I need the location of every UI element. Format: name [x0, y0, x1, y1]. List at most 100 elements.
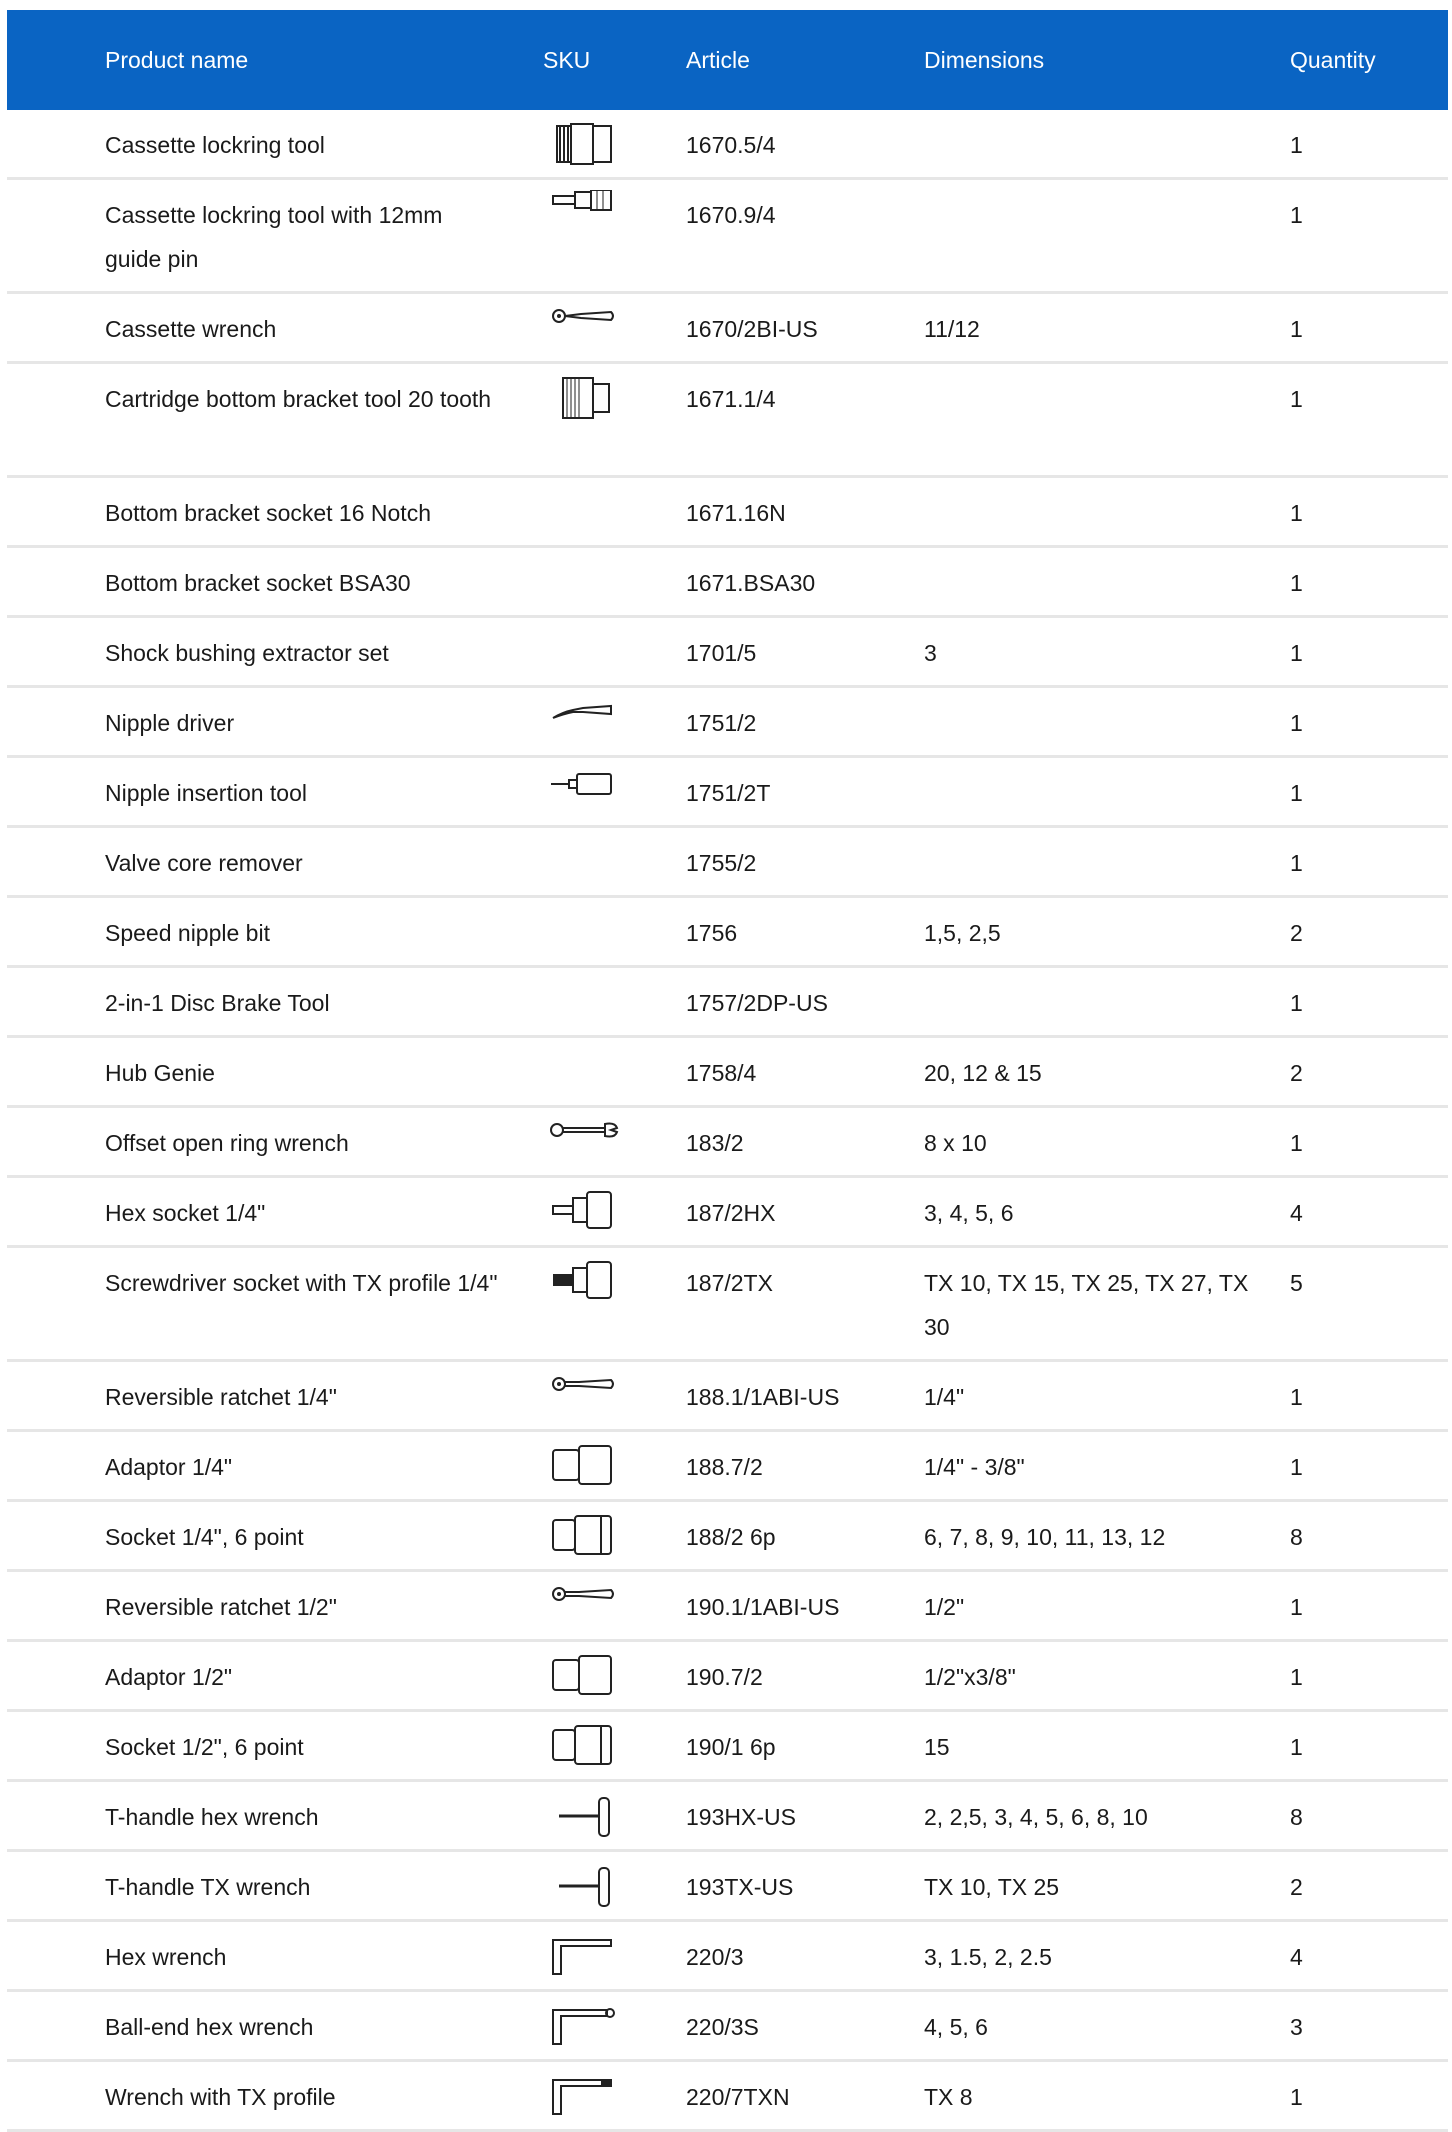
product-name-cell: Nipple insertion tool: [105, 780, 308, 806]
t-handle-tx-icon[interactable]: [539, 1862, 635, 1912]
table-row: Nipple insertion tool 1751/2T 1: [7, 758, 1448, 828]
header-quantity[interactable]: Quantity: [1290, 10, 1376, 110]
t-handle-hex-icon[interactable]: [539, 1792, 635, 1842]
article-cell: 187/2TX: [686, 1270, 773, 1296]
dimensions-cell: 3: [924, 640, 937, 666]
dimensions-cell: [924, 364, 1254, 377]
product-name-cell: Cassette wrench: [105, 316, 277, 342]
product-name-cell: T-handle TX wrench: [105, 1874, 311, 1900]
header-sku[interactable]: SKU: [543, 10, 590, 110]
article-cell: 187/2HX: [686, 1200, 776, 1226]
table-row: T-handle TX wrench 193TX-US TX 10, TX 25 2: [7, 1852, 1448, 1922]
product-name-cell: Speed nipple bit: [105, 920, 270, 946]
bottom-bracket-tool-icon[interactable]: [539, 374, 635, 424]
tx-key-icon[interactable]: [539, 2072, 635, 2122]
dimensions-cell: 8 x 10: [924, 1130, 987, 1156]
quantity-cell: 1: [1290, 780, 1303, 806]
dimensions-cell: 1/4": [924, 1384, 965, 1410]
product-name-cell: Hub Genie: [105, 1060, 215, 1086]
article-cell: 188/2 6p: [686, 1524, 776, 1550]
table-row: Cartridge bottom bracket tool 20 tooth 16…: [7, 364, 1448, 478]
dimensions-cell: [924, 828, 1254, 841]
dimensions-cell: 4, 5, 6: [924, 2014, 988, 2040]
adaptor-icon[interactable]: [539, 1442, 635, 1492]
dimensions-cell: 11/12: [924, 316, 980, 342]
dimensions-cell: [924, 758, 1254, 771]
quantity-cell: 8: [1290, 1804, 1303, 1830]
table-row: Bottom bracket socket 16 Notch 1671.16N 1: [7, 478, 1448, 548]
table-header: Product name SKU Article Dimensions Quan…: [7, 10, 1448, 110]
quantity-cell: 1: [1290, 1734, 1303, 1760]
tx-socket-icon[interactable]: [539, 1258, 635, 1308]
dimensions-cell: 15: [924, 1734, 950, 1760]
nipple-insertion-tool-icon[interactable]: [539, 768, 635, 818]
dimensions-cell: 1/4" - 3/8": [924, 1454, 1025, 1480]
article-cell: 1755/2: [686, 850, 757, 876]
dimensions-cell: 3, 1.5, 2, 2.5: [924, 1944, 1052, 1970]
article-cell: 1751/2: [686, 710, 757, 736]
dimensions-cell: 2, 2,5, 3, 4, 5, 6, 8, 10: [924, 1804, 1148, 1830]
quantity-cell: 1: [1290, 850, 1303, 876]
ratchet-icon[interactable]: [539, 1372, 635, 1422]
sku-cell-empty: [539, 978, 635, 1028]
article-cell: 220/3S: [686, 2014, 759, 2040]
dimensions-cell: 1,5, 2,5: [924, 920, 1001, 946]
header-product-name[interactable]: Product name: [105, 10, 248, 110]
table-row: Cassette wrench 1670/2BI-US 11/12 1: [7, 294, 1448, 364]
article-cell: 183/2: [686, 1130, 744, 1156]
product-name-cell: Screwdriver socket with TX profile 1/4": [105, 1270, 498, 1296]
dimensions-cell: [924, 968, 1254, 981]
open-ring-wrench-icon[interactable]: [539, 1118, 635, 1168]
dimensions-cell: [924, 478, 1254, 491]
table-row: Hex socket 1/4" 187/2HX 3, 4, 5, 6 4: [7, 1178, 1448, 1248]
quantity-cell: 1: [1290, 316, 1303, 342]
sku-cell-empty: [539, 1048, 635, 1098]
adaptor-icon[interactable]: [539, 1652, 635, 1702]
tools-table: Product name SKU Article Dimensions Quan…: [7, 10, 1448, 2132]
article-cell: 1670/2BI-US: [686, 316, 818, 342]
socket-icon[interactable]: [539, 1512, 635, 1562]
article-cell: 1671.BSA30: [686, 570, 816, 596]
article-cell: 1757/2DP-US: [686, 990, 828, 1016]
table-row: Adaptor 1/2" 190.7/2 1/2"x3/8" 1: [7, 1642, 1448, 1712]
article-cell: 1671.16N: [686, 500, 786, 526]
ratchet-icon[interactable]: [539, 1582, 635, 1632]
quantity-cell: 1: [1290, 1664, 1303, 1690]
lockring-pin-tool-icon[interactable]: [539, 190, 635, 240]
quantity-cell: 1: [1290, 202, 1303, 228]
dimensions-cell: 1/2"x3/8": [924, 1664, 1016, 1690]
product-name-cell: Bottom bracket socket 16 Notch: [105, 500, 431, 526]
dimensions-cell: [924, 688, 1254, 701]
dimensions-cell: TX 10, TX 15, TX 25, TX 27, TX 30: [924, 1270, 1249, 1340]
quantity-cell: 1: [1290, 570, 1303, 596]
article-cell: 220/7TXN: [686, 2084, 790, 2110]
article-cell: 190/1 6p: [686, 1734, 776, 1760]
sku-cell-empty: [539, 488, 635, 538]
sku-cell-empty: [539, 558, 635, 608]
product-name-cell: 2-in-1 Disc Brake Tool: [105, 990, 330, 1016]
quantity-cell: 2: [1290, 1060, 1303, 1086]
article-cell: 1751/2T: [686, 780, 771, 806]
hex-socket-icon[interactable]: [539, 1188, 635, 1238]
table-row: Speed nipple bit 1756 1,5, 2,5 2: [7, 898, 1448, 968]
article-cell: 190.1/1ABI-US: [686, 1594, 840, 1620]
dimensions-cell: 20, 12 & 15: [924, 1060, 1042, 1086]
article-cell: 188.7/2: [686, 1454, 763, 1480]
socket-icon[interactable]: [539, 1722, 635, 1772]
hex-key-icon[interactable]: [539, 1932, 635, 1982]
header-dimensions[interactable]: Dimensions: [924, 10, 1044, 110]
table-row: Reversible ratchet 1/2" 190.1/1ABI-US 1/2"…: [7, 1572, 1448, 1642]
nipple-driver-icon[interactable]: [539, 698, 635, 748]
dimensions-cell: 1/2": [924, 1594, 965, 1620]
lockring-tool-icon[interactable]: [539, 120, 635, 170]
table-row: 2-in-1 Disc Brake Tool 1757/2DP-US 1: [7, 968, 1448, 1038]
article-cell: 1670.9/4: [686, 202, 776, 228]
quantity-cell: 1: [1290, 640, 1303, 666]
header-article[interactable]: Article: [686, 10, 750, 110]
article-cell: 1670.5/4: [686, 132, 776, 158]
product-name-cell: Socket 1/4", 6 point: [105, 1524, 304, 1550]
product-name-cell: Valve core remover: [105, 850, 303, 876]
table-row: Valve core remover 1755/2 1: [7, 828, 1448, 898]
cassette-wrench-icon[interactable]: [539, 304, 635, 354]
ball-end-hex-key-icon[interactable]: [539, 2002, 635, 2052]
